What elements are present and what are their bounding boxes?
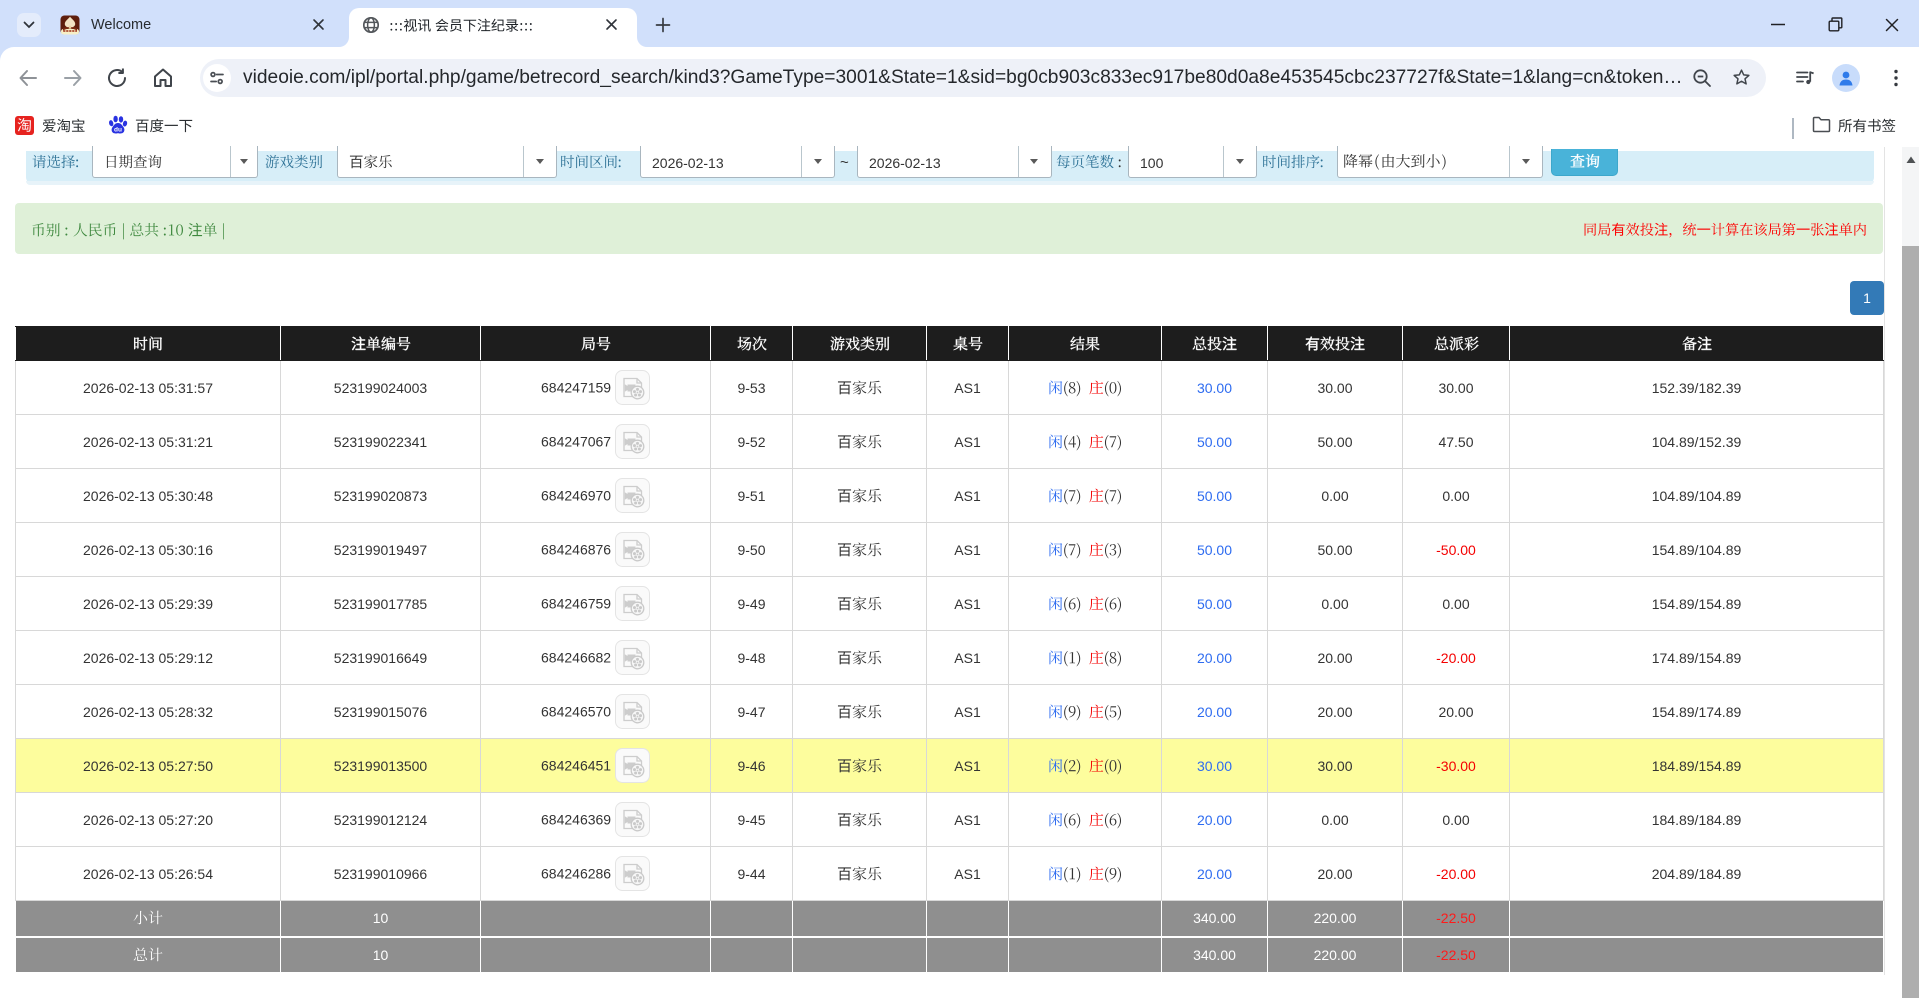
svg-text:du: du <box>114 126 122 133</box>
